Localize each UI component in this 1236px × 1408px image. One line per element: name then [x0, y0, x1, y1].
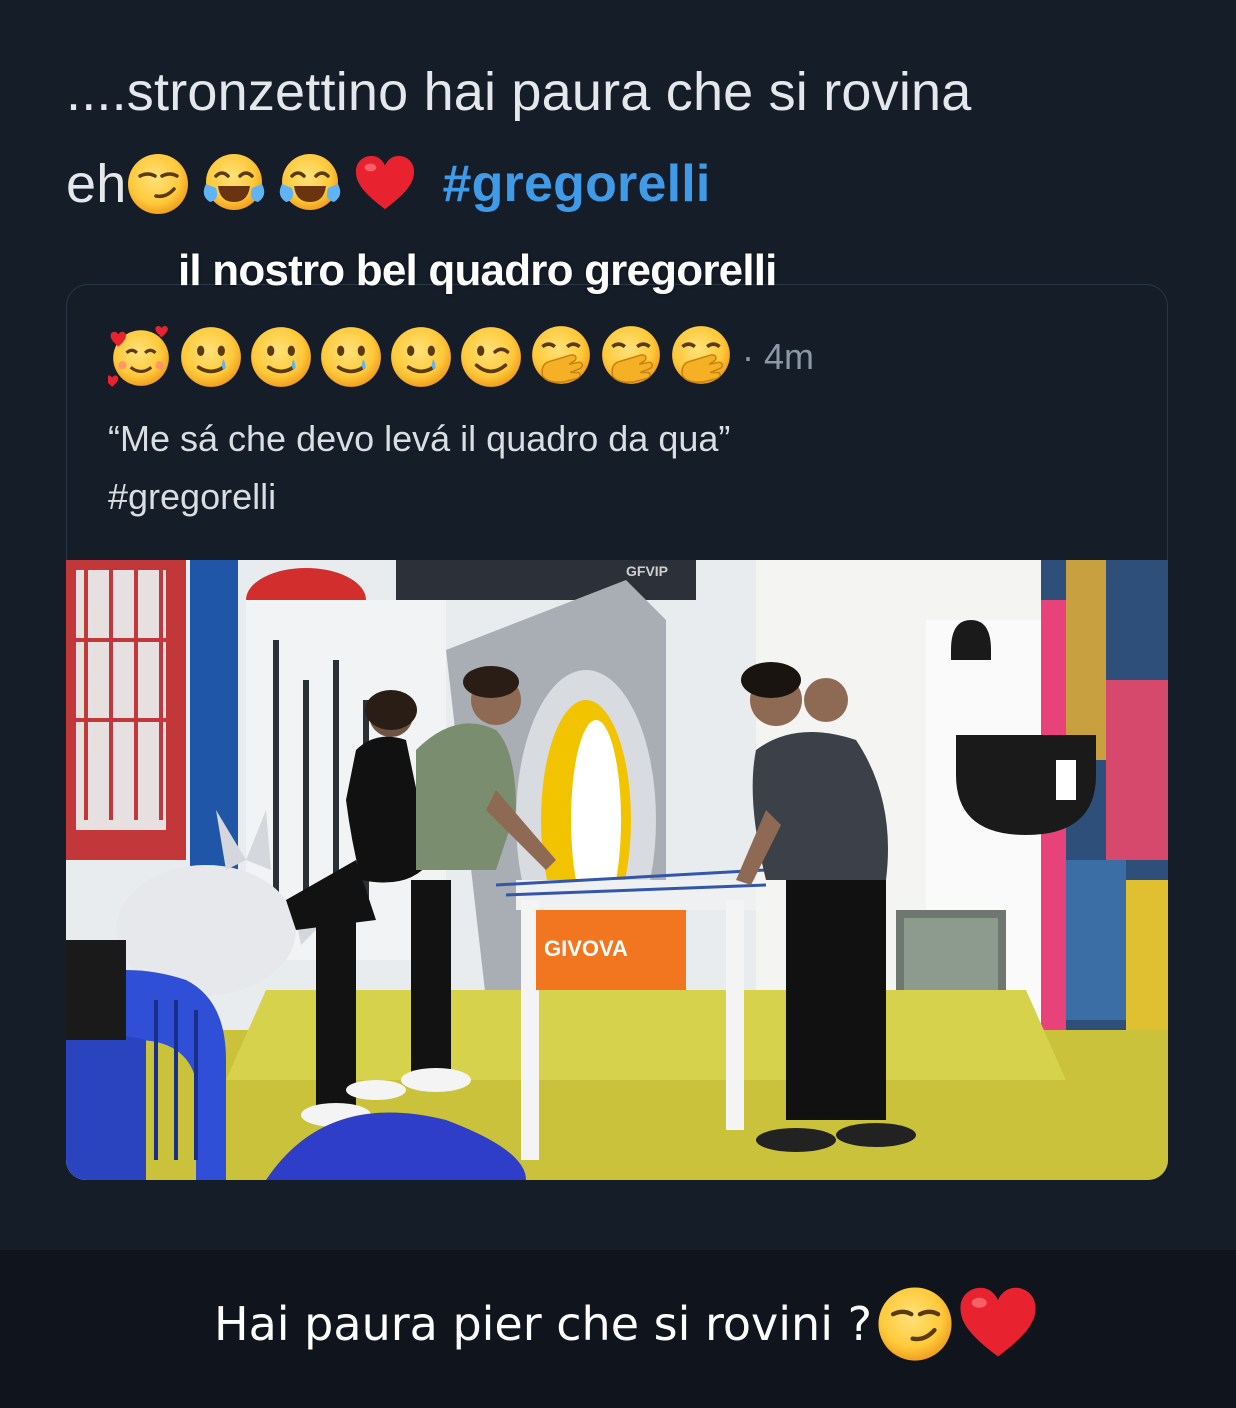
- hand-over-mouth-emoji-icon: [668, 324, 734, 390]
- hashtag-link[interactable]: #gregorelli: [442, 138, 710, 230]
- smiling-tear-emoji-icon: [388, 324, 454, 390]
- smiling-tear-emoji-icon: [178, 324, 244, 390]
- table-brand-text: GIVOVA: [544, 936, 628, 961]
- tweet-quote: “Me sá che devo levá il quadro da qua”: [108, 418, 731, 459]
- foosball-scene-image: GFVIP GIVOVA: [66, 560, 1168, 1180]
- story-text-line-2: eh #gregorelli: [66, 138, 1186, 230]
- smiling-tear-emoji-icon: [248, 324, 314, 390]
- tweet-media-image[interactable]: GFVIP GIVOVA: [66, 560, 1168, 1180]
- winking-face-emoji-icon: [458, 324, 524, 390]
- bottom-caption-text: Hai paura pier che si rovini ?: [214, 1297, 873, 1351]
- red-heart-emoji-icon: [958, 1284, 1038, 1364]
- story-text-eh: eh: [66, 154, 127, 214]
- story-caption: il nostro bel quadro gregorelli: [178, 246, 777, 295]
- tears-of-joy-emoji-icon: [278, 152, 342, 216]
- story-text-line-1: ....stronzettino hai paura che si rovina: [66, 62, 972, 122]
- red-heart-emoji-icon: [354, 153, 416, 215]
- hand-over-mouth-emoji-icon: [528, 324, 594, 390]
- bottom-caption: Hai paura pier che si rovini ?: [214, 1284, 1038, 1364]
- tweet-hashtag[interactable]: #gregorelli: [108, 468, 1108, 526]
- smirk-emoji-icon: [876, 1285, 954, 1363]
- tweet-header: · 4m: [108, 324, 814, 390]
- smiling-face-with-hearts-emoji-icon: [108, 324, 174, 390]
- story-text: ....stronzettino hai paura che si rovina…: [66, 46, 1186, 230]
- tweet-timestamp[interactable]: · 4m: [742, 336, 814, 378]
- tears-of-joy-emoji-icon: [202, 152, 266, 216]
- smirk-emoji-icon: [126, 152, 190, 216]
- tweet-body: “Me sá che devo levá il quadro da qua” #…: [108, 410, 1108, 526]
- smiling-tear-emoji-icon: [318, 324, 384, 390]
- gfvip-watermark: GFVIP: [626, 563, 668, 579]
- hand-over-mouth-emoji-icon: [598, 324, 664, 390]
